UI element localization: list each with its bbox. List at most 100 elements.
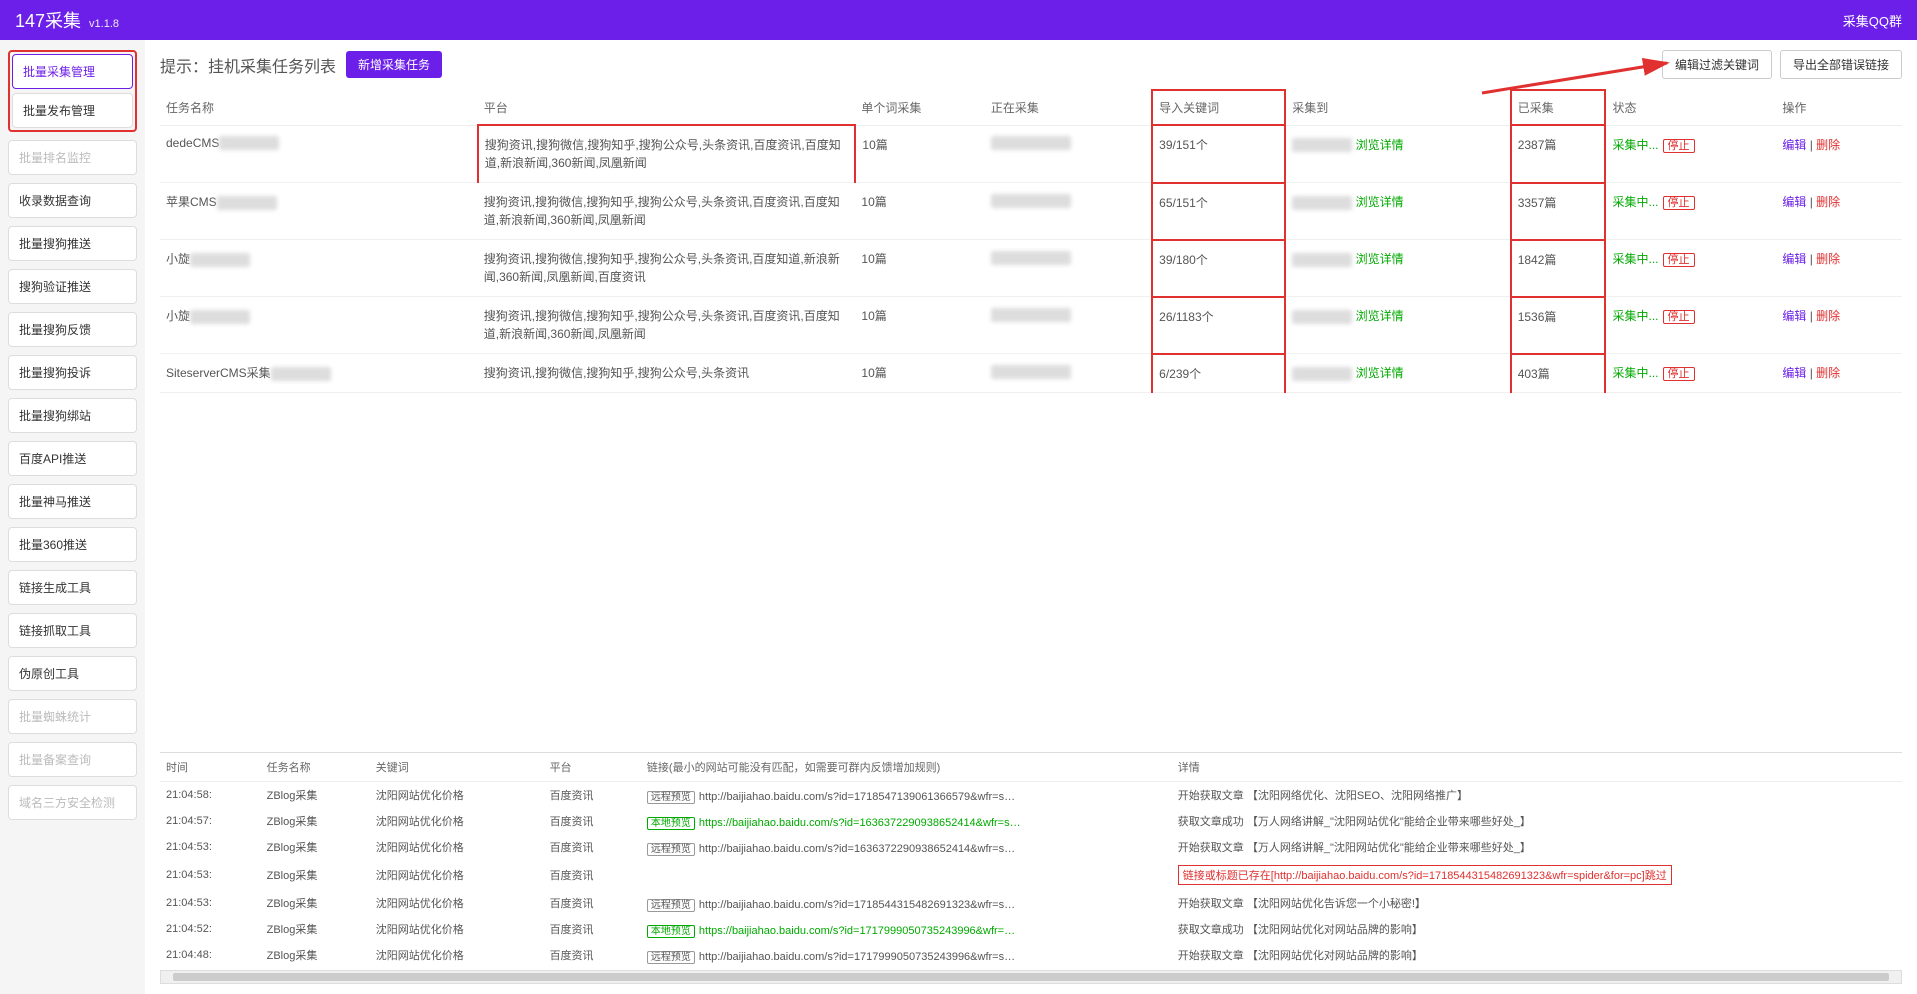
log-panel: 时间任务名称关键词平台链接(最小的网站可能没有匹配，如需要可群内反馈增加规则)详… <box>160 752 1902 984</box>
log-platform: 百度资讯 <box>544 942 641 968</box>
log-col-header: 链接(最小的网站可能没有匹配，如需要可群内反馈增加规则) <box>641 753 1172 782</box>
sidebar-item[interactable]: 批量搜狗推送 <box>8 226 137 261</box>
stop-button[interactable]: 停止 <box>1663 310 1695 324</box>
platforms-cell: 搜狗资讯,搜狗微信,搜狗知乎,搜狗公众号,头条资讯,百度资讯,百度知道,新浪新闻… <box>484 307 850 343</box>
sidebar-item-collect-manage[interactable]: 批量采集管理 <box>12 54 133 89</box>
qq-group-link[interactable]: 采集QQ群 <box>1843 11 1902 30</box>
delete-link[interactable]: 删除 <box>1816 309 1840 323</box>
blurred-text <box>991 136 1071 150</box>
sidebar-item[interactable]: 批量360推送 <box>8 527 137 562</box>
platforms-cell: 搜狗资讯,搜狗微信,搜狗知乎,搜狗公众号,头条资讯,百度资讯,百度知道,新浪新闻… <box>484 193 850 229</box>
stop-button[interactable]: 停止 <box>1663 139 1695 153</box>
task-name: SiteserverCMS采集 <box>166 366 271 380</box>
stop-button[interactable]: 停止 <box>1663 253 1695 267</box>
sidebar-item[interactable]: 批量搜狗反馈 <box>8 312 137 347</box>
browse-detail-link[interactable]: 浏览详情 <box>1356 252 1404 266</box>
local-preview-badge[interactable]: 本地预览 <box>647 817 695 830</box>
delete-link[interactable]: 删除 <box>1816 366 1840 380</box>
sidebar-item[interactable]: 批量搜狗投诉 <box>8 355 137 390</box>
log-keyword: 沈阳网站优化价格 <box>370 808 544 834</box>
log-url[interactable]: http://baijiahao.baidu.com/s?id=16363722… <box>699 843 1015 855</box>
log-task: ZBlog采集 <box>261 834 370 860</box>
stop-button[interactable]: 停止 <box>1663 367 1695 381</box>
browse-detail-link[interactable]: 浏览详情 <box>1356 309 1404 323</box>
log-platform: 百度资讯 <box>544 834 641 860</box>
per-word: 10篇 <box>861 309 886 323</box>
sidebar-item[interactable]: 收录数据查询 <box>8 183 137 218</box>
collected-count: 1842篇 <box>1518 253 1557 267</box>
log-url[interactable]: http://baijiahao.baidu.com/s?id=17179990… <box>699 951 1015 963</box>
remote-preview-badge[interactable]: 远程预览 <box>647 899 695 912</box>
log-detail: 开始获取文章 【沈阳网站优化对网站品牌的影响】 <box>1178 950 1423 962</box>
log-time: 21:04:53: <box>160 834 261 860</box>
log-col-header: 平台 <box>544 753 641 782</box>
log-col-header: 任务名称 <box>261 753 370 782</box>
edit-link[interactable]: 编辑 <box>1782 138 1806 152</box>
task-col-header: 正在采集 <box>985 90 1152 125</box>
browse-detail-link[interactable]: 浏览详情 <box>1356 195 1404 209</box>
log-keyword: 沈阳网站优化价格 <box>370 860 544 890</box>
sidebar-item: 域名三方安全检测 <box>8 785 137 820</box>
sidebar-item[interactable]: 批量神马推送 <box>8 484 137 519</box>
task-table: 任务名称平台单个词采集正在采集导入关键词采集到已采集状态操作 dedeCMS搜狗… <box>160 89 1902 393</box>
hint-title: 提示：挂机采集任务列表 <box>160 53 336 77</box>
status-text: 采集中... <box>1612 366 1658 380</box>
keyword-count: 26/1183个 <box>1159 310 1214 324</box>
blurred-text <box>1292 138 1352 152</box>
collected-count: 403篇 <box>1518 367 1550 381</box>
log-time: 21:04:52: <box>160 916 261 942</box>
sidebar-item-publish-manage[interactable]: 批量发布管理 <box>12 93 133 128</box>
delete-link[interactable]: 删除 <box>1816 252 1840 266</box>
blurred-text <box>991 308 1071 322</box>
task-col-header: 操作 <box>1776 90 1902 125</box>
browse-detail-link[interactable]: 浏览详情 <box>1356 138 1404 152</box>
log-url[interactable]: http://baijiahao.baidu.com/s?id=17185443… <box>699 899 1015 911</box>
log-keyword: 沈阳网站优化价格 <box>370 942 544 968</box>
log-detail: 开始获取文章 【沈阳网络优化、沈阳SEO、沈阳网络推广】 <box>1178 790 1468 802</box>
sidebar-item[interactable]: 链接生成工具 <box>8 570 137 605</box>
export-errors-button[interactable]: 导出全部错误链接 <box>1780 50 1902 79</box>
local-preview-badge[interactable]: 本地预览 <box>647 925 695 938</box>
log-url[interactable]: https://baijiahao.baidu.com/s?id=1636372… <box>699 817 1021 829</box>
edit-link[interactable]: 编辑 <box>1782 309 1806 323</box>
log-row: 21:04:58: ZBlog采集 沈阳网站优化价格 百度资讯 远程预览http… <box>160 782 1902 809</box>
log-url[interactable]: http://baijiahao.baidu.com/s?id=17185471… <box>699 791 1015 803</box>
add-task-button[interactable]: 新增采集任务 <box>346 51 442 78</box>
delete-link[interactable]: 删除 <box>1816 195 1840 209</box>
sidebar-item[interactable]: 伪原创工具 <box>8 656 137 691</box>
log-task: ZBlog采集 <box>261 916 370 942</box>
browse-detail-link[interactable]: 浏览详情 <box>1356 366 1404 380</box>
filter-keywords-button[interactable]: 编辑过滤关键词 <box>1662 50 1772 79</box>
task-name: 小旋 <box>166 309 190 323</box>
log-platform: 百度资讯 <box>544 860 641 890</box>
sidebar-item[interactable]: 百度API推送 <box>8 441 137 476</box>
log-task: ZBlog采集 <box>261 782 370 809</box>
task-col-header: 平台 <box>478 90 856 125</box>
edit-link[interactable]: 编辑 <box>1782 366 1806 380</box>
platforms-cell: 搜狗资讯,搜狗微信,搜狗知乎,搜狗公众号,头条资讯,百度资讯,百度知道,新浪新闻… <box>485 136 849 172</box>
remote-preview-badge[interactable]: 远程预览 <box>647 843 695 856</box>
status-text: 采集中... <box>1612 252 1658 266</box>
sidebar-item[interactable]: 链接抓取工具 <box>8 613 137 648</box>
log-url[interactable]: https://baijiahao.baidu.com/s?id=1717999… <box>699 925 1015 937</box>
blurred-text <box>1292 310 1352 324</box>
sidebar-item[interactable]: 搜狗验证推送 <box>8 269 137 304</box>
log-col-header: 时间 <box>160 753 261 782</box>
log-row: 21:04:52: ZBlog采集 沈阳网站优化价格 百度资讯 本地预览http… <box>160 916 1902 942</box>
remote-preview-badge[interactable]: 远程预览 <box>647 951 695 964</box>
log-task: ZBlog采集 <box>261 942 370 968</box>
log-time: 21:04:58: <box>160 782 261 809</box>
stop-button[interactable]: 停止 <box>1663 196 1695 210</box>
sidebar-item[interactable]: 批量搜狗绑站 <box>8 398 137 433</box>
toolbar: 提示：挂机采集任务列表 新增采集任务 编辑过滤关键词 导出全部错误链接 <box>160 50 1902 79</box>
edit-link[interactable]: 编辑 <box>1782 195 1806 209</box>
task-name: dedeCMS <box>166 136 219 150</box>
delete-link[interactable]: 删除 <box>1816 138 1840 152</box>
sidebar: 批量采集管理 批量发布管理 批量排名监控收录数据查询批量搜狗推送搜狗验证推送批量… <box>0 40 145 994</box>
horizontal-scrollbar[interactable] <box>160 970 1902 984</box>
log-detail: 开始获取文章 【万人网络讲解_"沈阳网站优化"能给企业带来哪些好处_】 <box>1178 842 1531 854</box>
table-row: SiteserverCMS采集搜狗资讯,搜狗微信,搜狗知乎,搜狗公众号,头条资讯… <box>160 354 1902 393</box>
remote-preview-badge[interactable]: 远程预览 <box>647 791 695 804</box>
keyword-count: 65/151个 <box>1159 196 1208 210</box>
edit-link[interactable]: 编辑 <box>1782 252 1806 266</box>
